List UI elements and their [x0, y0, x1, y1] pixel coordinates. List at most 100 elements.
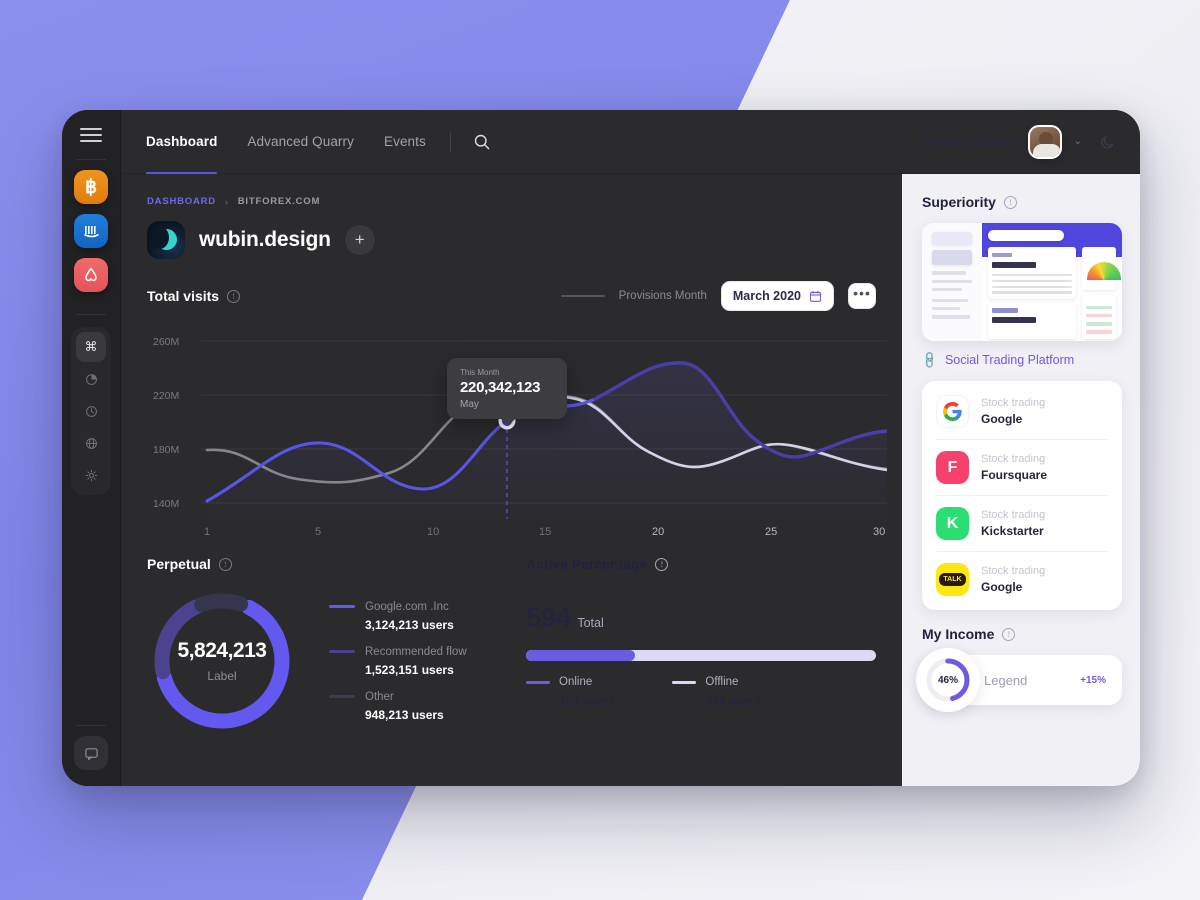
list-item-caption: Stock trading [981, 565, 1046, 577]
legend-item[interactable]: Offline 394 users [672, 676, 761, 708]
google-icon [936, 395, 969, 428]
chat-glyph [84, 747, 98, 760]
clock-glyph [85, 405, 97, 417]
svg-text:15: 15 [539, 526, 551, 538]
list-item-text: Stock trading Google [981, 565, 1045, 594]
hamburger-icon[interactable] [80, 128, 102, 142]
social-trading-link-text: Social Trading Platform [944, 353, 1075, 367]
my-income-header: My Income ! [922, 626, 1122, 642]
globe-icon[interactable] [76, 428, 106, 458]
bitcoin-icon[interactable]: ฿ [74, 170, 108, 204]
airbnb-glyph [85, 267, 97, 282]
calendar-icon [809, 290, 822, 302]
moon-glyph [1101, 135, 1114, 148]
legend-swatch [329, 650, 355, 653]
perpetual-content: 5,824,213 Label Google.com .Inc 3,124,21… [147, 586, 512, 736]
active-progress-bar[interactable] [526, 650, 876, 661]
preview-balance-title [992, 307, 1018, 313]
social-trading-link[interactable]: 🔗 Social Trading Platform [919, 350, 1122, 370]
nav-tab-dashboard[interactable]: Dashboard [146, 110, 218, 175]
legend-value: 1,523,151 users [365, 662, 454, 677]
income-ring: 46% [916, 648, 980, 712]
app-window: ฿ ⌘ Dashboard Advanced Quarry Events Bes… [62, 110, 1140, 786]
list-item[interactable]: TALK Stock trading Google [936, 552, 1108, 607]
list-item[interactable]: Stock trading Google [936, 384, 1108, 440]
perpetual-donut: 5,824,213 Label [147, 586, 297, 736]
svg-text:25: 25 [765, 526, 777, 538]
list-item-name: Google [981, 580, 1023, 594]
preview-searchbar [988, 230, 1064, 241]
legend-value: 948,213 users [365, 707, 444, 722]
pie-chart-icon[interactable] [76, 364, 106, 394]
legend-item[interactable]: Online 179 users [526, 676, 614, 708]
list-item[interactable]: F Stock trading Foursquare [936, 440, 1108, 496]
chat-icon[interactable] [74, 736, 108, 770]
legend-value: 179 users [559, 694, 615, 708]
settings-icon[interactable] [76, 460, 106, 490]
dashboard-preview-image[interactable] [922, 223, 1122, 341]
chevron-down-icon[interactable]: ⌄ [1074, 136, 1082, 147]
nav-tab-events[interactable]: Events [384, 110, 426, 174]
clock-icon[interactable] [76, 396, 106, 426]
perpetual-header: Perpetual ! [147, 556, 512, 572]
list-item-text: Stock trading Foursquare [981, 453, 1047, 482]
lower-row: Perpetual ! 5,824,213 Label Google.com .… [147, 556, 876, 736]
list-item-caption: Stock trading [981, 509, 1046, 521]
tooltip-value: 220,342,123 [460, 379, 541, 396]
total-visits-header: Total visits ! Provisions Month March 20… [147, 281, 876, 311]
command-glyph: ⌘ [84, 339, 98, 354]
total-visits-chart: 260M 220M 180M 140M 1 5 10 15 20 25 30 T… [147, 323, 887, 538]
rail-divider-bottom [76, 725, 106, 726]
command-icon[interactable]: ⌘ [76, 332, 106, 362]
line-chart-svg: 260M 220M 180M 140M 1 5 10 15 20 25 30 [153, 336, 887, 538]
search-icon[interactable] [473, 133, 491, 151]
settings-glyph [85, 469, 97, 481]
kakaotalk-glyph: TALK [939, 573, 966, 586]
info-icon[interactable]: ! [1002, 627, 1016, 641]
perpetual-legend: Google.com .Inc 3,124,213 users Recommen… [329, 601, 467, 722]
active-total-row: 594 Total [526, 602, 876, 634]
info-icon[interactable]: ! [218, 557, 232, 571]
legend-item[interactable]: Google.com .Inc 3,124,213 users [329, 601, 467, 632]
content-column: Dashboard Advanced Quarry Events Bessie [121, 110, 1140, 786]
active-total-label: Total [577, 616, 604, 630]
icon-rail: ฿ ⌘ [62, 110, 121, 786]
nav-tab-advanced-quarry[interactable]: Advanced Quarry [247, 110, 354, 174]
breadcrumb-separator: › [224, 196, 229, 207]
info-icon[interactable]: ! [1003, 195, 1017, 209]
list-item-text: Stock trading Kickstarter [981, 509, 1045, 538]
svg-text:30: 30 [873, 526, 885, 538]
preview-table-title [992, 252, 1012, 258]
rail-divider-mid [76, 314, 106, 315]
tooltip-caption: This Month [460, 368, 500, 377]
my-income-card[interactable]: 46% Legend +15% [916, 648, 1122, 712]
info-icon[interactable]: ! [655, 557, 669, 571]
page-title: wubin.design [199, 228, 331, 251]
logo-cut [150, 226, 169, 249]
income-percent: 46% [937, 674, 958, 686]
svg-text:5: 5 [315, 526, 321, 538]
svg-text:20: 20 [652, 526, 664, 538]
preview-navline [932, 271, 966, 275]
moon-icon[interactable] [1100, 134, 1116, 150]
avatar[interactable] [1027, 124, 1062, 159]
date-picker-button[interactable]: March 2020 [720, 281, 834, 311]
total-visits-title: Total visits [147, 288, 220, 304]
more-options-button[interactable]: ••• [848, 283, 876, 309]
nav-label-dashboard: Dashboard [146, 134, 218, 149]
add-workspace-button[interactable]: + [344, 225, 375, 255]
preview-table-row [992, 285, 1072, 288]
list-item[interactable]: K Stock trading Kickstarter [936, 496, 1108, 552]
foursquare-icon: F [936, 451, 969, 484]
breadcrumb-dashboard[interactable]: DASHBOARD [147, 196, 216, 207]
tooltip-tail [500, 418, 516, 426]
legend-label-provisions: Provisions Month [618, 290, 707, 302]
airbnb-icon[interactable] [74, 258, 108, 292]
legend-item[interactable]: Other 948,213 users [329, 691, 467, 722]
info-icon[interactable]: ! [227, 289, 241, 303]
legend-item[interactable]: Recommended flow 1,523,151 users [329, 646, 467, 677]
google-glyph [943, 402, 962, 421]
barcode-icon[interactable] [74, 214, 108, 248]
preview-table-value [992, 261, 1036, 268]
preview-navline [932, 306, 960, 311]
